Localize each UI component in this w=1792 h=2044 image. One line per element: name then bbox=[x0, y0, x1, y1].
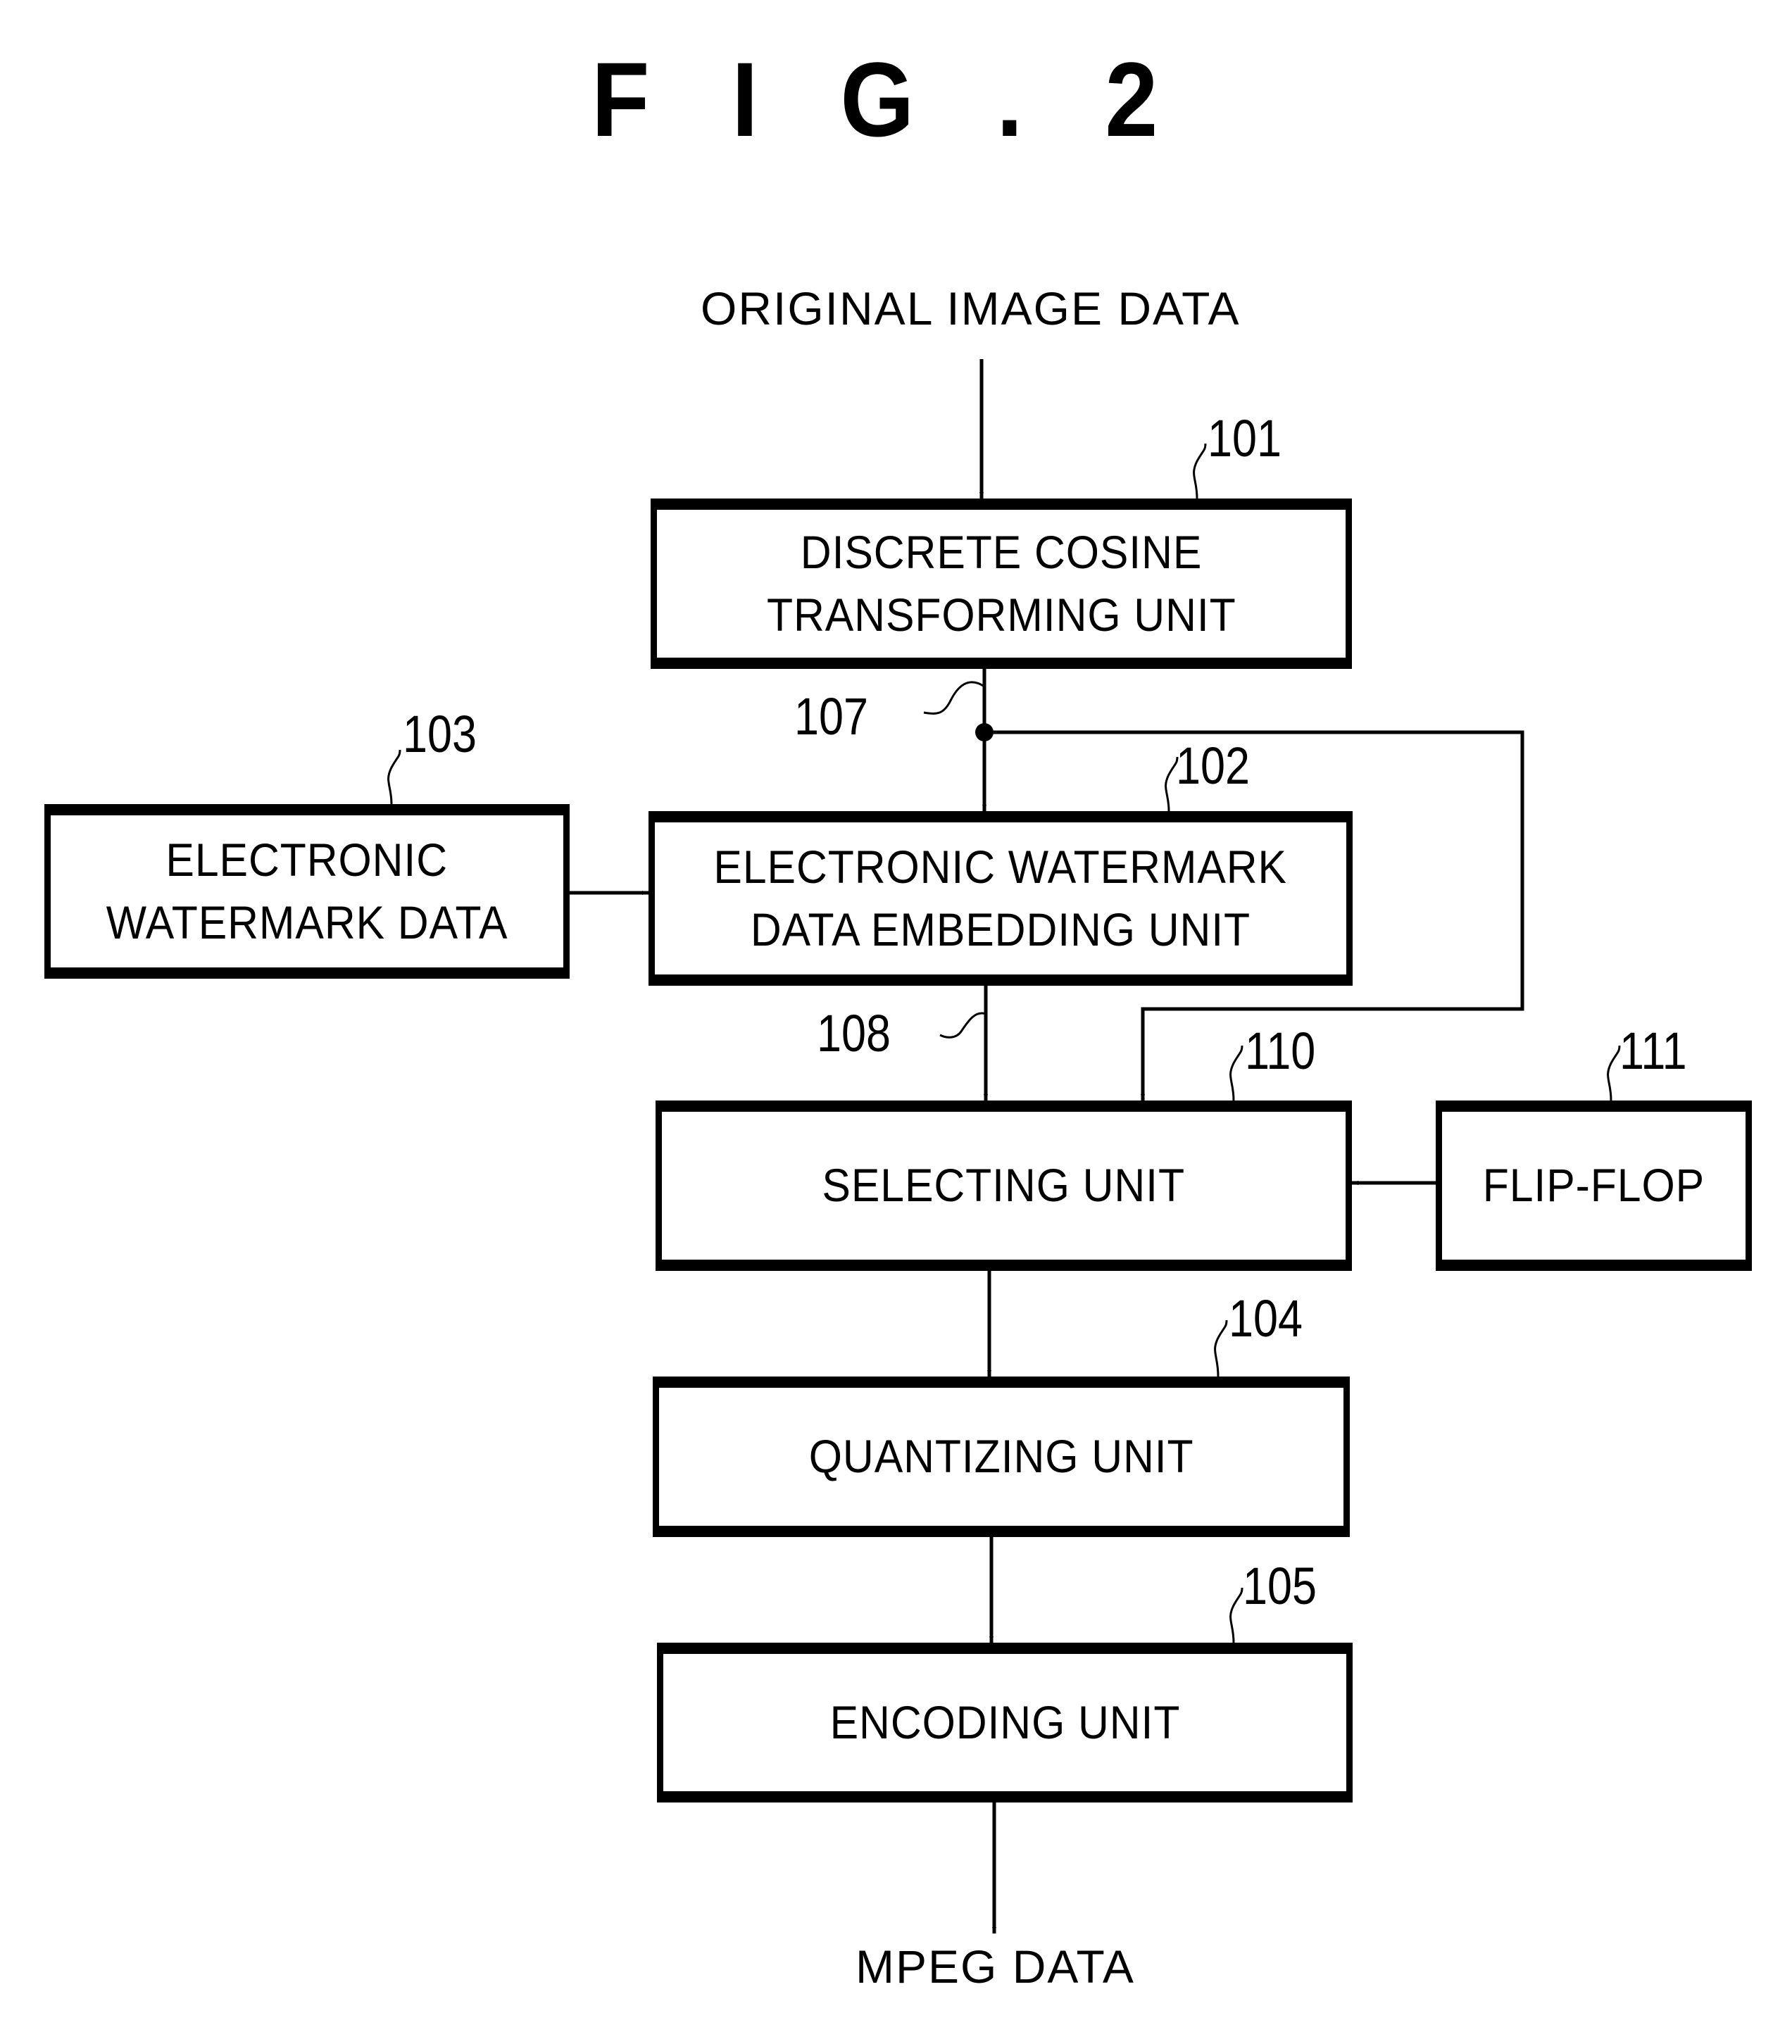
ref-numeral-107: 107 bbox=[794, 687, 868, 746]
leader-111 bbox=[1607, 1045, 1621, 1101]
leader-110 bbox=[1229, 1045, 1243, 1101]
ref-numeral-108: 108 bbox=[817, 1004, 891, 1062]
leader-103 bbox=[387, 749, 401, 805]
junction-dot bbox=[975, 723, 994, 741]
block-label-line: DATA EMBEDDING UNIT bbox=[750, 903, 1251, 955]
ref-numeral-102: 102 bbox=[1176, 736, 1250, 795]
block-label-line: DISCRETE COSINE bbox=[800, 525, 1203, 578]
block-label-line: ELECTRONIC WATERMARK bbox=[713, 840, 1288, 893]
leader-101 bbox=[1193, 443, 1207, 499]
block-label-line: FLIP-FLOP bbox=[1482, 1159, 1705, 1212]
ref-numeral-105: 105 bbox=[1243, 1557, 1317, 1615]
block-selecting-unit: SELECTING UNIT bbox=[656, 1101, 1352, 1271]
block-quantizing-unit: QUANTIZING UNIT bbox=[653, 1377, 1350, 1537]
leader-107 bbox=[923, 681, 985, 715]
ref-numeral-101: 101 bbox=[1208, 409, 1282, 468]
leader-105 bbox=[1229, 1587, 1243, 1643]
block-label-line: TRANSFORMING UNIT bbox=[766, 589, 1236, 641]
block-label-line: WATERMARK DATA bbox=[106, 896, 508, 948]
ref-numeral-111: 111 bbox=[1619, 1022, 1687, 1080]
block-label-line: QUANTIZING UNIT bbox=[808, 1430, 1194, 1483]
ref-numeral-103: 103 bbox=[403, 705, 477, 763]
ref-numeral-104: 104 bbox=[1229, 1289, 1303, 1348]
ref-numeral-110: 110 bbox=[1245, 1022, 1316, 1080]
block-electronic-watermark-data: ELECTRONIC WATERMARK DATA bbox=[44, 804, 570, 979]
block-encoding-unit: ENCODING UNIT bbox=[657, 1643, 1353, 1802]
block-label-line: ELECTRONIC bbox=[165, 833, 449, 886]
block-label-line: ENCODING UNIT bbox=[829, 1695, 1180, 1748]
block-flip-flop: FLIP-FLOP bbox=[1436, 1101, 1752, 1271]
leader-104 bbox=[1214, 1319, 1228, 1377]
block-discrete-cosine-transforming-unit: DISCRETE COSINE TRANSFORMING UNIT bbox=[651, 499, 1352, 669]
block-electronic-watermark-data-embedding-unit: ELECTRONIC WATERMARK DATA EMBEDDING UNIT bbox=[648, 811, 1353, 986]
leader-108 bbox=[939, 1012, 986, 1039]
block-label-line: SELECTING UNIT bbox=[822, 1159, 1186, 1212]
